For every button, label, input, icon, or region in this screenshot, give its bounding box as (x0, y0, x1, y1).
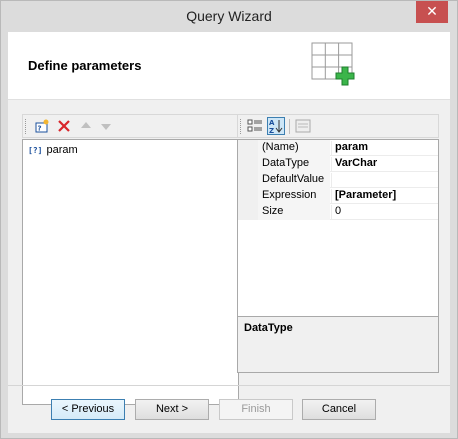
parameter-list[interactable]: [?] param (22, 139, 239, 405)
next-button[interactable]: Next > (135, 399, 209, 420)
list-item[interactable]: [?] param (28, 142, 78, 158)
property-value[interactable]: VarChar (331, 157, 377, 172)
property-name: Expression (262, 189, 330, 201)
toolbar-grip (240, 119, 243, 134)
dialog-client: Define parameters ? A Z [?] param (Name)… (8, 32, 450, 433)
property-pages-icon[interactable] (294, 117, 312, 135)
property-value[interactable] (331, 173, 335, 188)
property-row-datatype[interactable]: DataType VarChar (238, 156, 438, 172)
add-parameter-icon[interactable]: ? (33, 117, 51, 135)
toolbar-grip (25, 119, 28, 134)
sort-alphabetical-icon[interactable]: AZ (267, 117, 285, 135)
property-value[interactable]: 0 (331, 205, 341, 220)
property-row-size[interactable]: Size 0 (238, 204, 438, 220)
svg-text:?: ? (38, 125, 42, 133)
close-button[interactable]: ✕ (416, 1, 448, 23)
query-wizard-window: Query Wizard ✕ Define parameters ? A Z [… (0, 0, 458, 439)
title-bar: Query Wizard ✕ (1, 1, 457, 32)
row-margin (238, 204, 258, 220)
property-name: DataType (262, 157, 330, 169)
svg-text:Z: Z (269, 127, 274, 134)
property-grid[interactable]: (Name) param DataType VarChar DefaultVal… (237, 139, 439, 343)
parameter-icon: [?] (28, 145, 43, 155)
property-name: (Name) (262, 141, 330, 153)
property-value[interactable]: [Parameter] (331, 189, 396, 204)
previous-button[interactable]: < Previous (51, 399, 125, 420)
delete-icon[interactable] (55, 117, 73, 135)
parameter-toolbar: ? (22, 114, 238, 138)
property-row-defaultvalue[interactable]: DefaultValue (238, 172, 438, 188)
wizard-header: Define parameters (8, 32, 450, 100)
toolbar-separator (289, 119, 290, 134)
property-name: Size (262, 205, 330, 217)
parameter-label: param (46, 144, 78, 156)
window-title: Query Wizard (186, 8, 272, 24)
move-up-icon[interactable] (77, 117, 95, 135)
row-margin (238, 140, 258, 156)
svg-text:A: A (269, 119, 275, 127)
finish-button[interactable]: Finish (219, 399, 293, 420)
move-down-icon[interactable] (97, 117, 115, 135)
footer-divider (8, 385, 450, 386)
row-margin (238, 188, 258, 204)
property-description: DataType (237, 316, 439, 373)
page-title: Define parameters (28, 58, 142, 73)
table-add-icon (311, 42, 355, 86)
cancel-button[interactable]: Cancel (302, 399, 376, 420)
property-value[interactable]: param (331, 141, 368, 156)
row-margin (238, 156, 258, 172)
property-row-name[interactable]: (Name) param (238, 140, 438, 156)
row-margin (238, 172, 258, 188)
categorized-icon[interactable] (246, 117, 264, 135)
description-title: DataType (244, 322, 293, 334)
property-row-expression[interactable]: Expression [Parameter] (238, 188, 438, 204)
property-name: DefaultValue (262, 173, 330, 185)
property-toolbar: AZ (237, 114, 439, 138)
